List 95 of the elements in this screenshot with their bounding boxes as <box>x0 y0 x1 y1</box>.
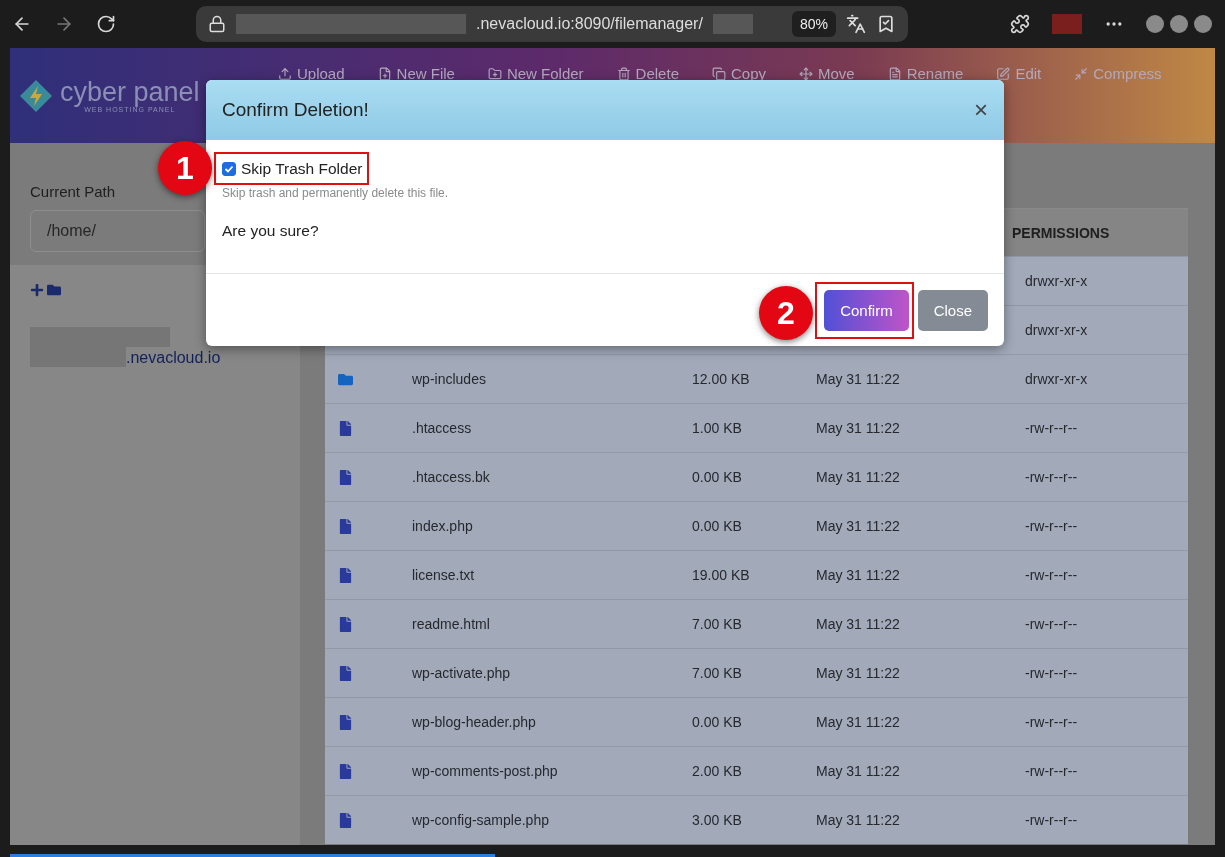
translate-icon[interactable] <box>846 14 866 34</box>
toolbar-button[interactable]: New Folder <box>487 65 584 82</box>
window-control-icon[interactable] <box>1146 15 1164 33</box>
move-icon <box>799 66 813 81</box>
file-size: 19.00 KB <box>692 567 751 583</box>
new-folder-icon <box>487 66 502 81</box>
copy-icon <box>711 66 726 81</box>
dialog-title: Confirm Deletion! <box>222 99 369 121</box>
confirm-question: Are you sure? <box>222 222 320 240</box>
folder-icon <box>338 371 353 387</box>
zoom-level[interactable]: 80% <box>791 11 836 37</box>
close-button[interactable]: × <box>974 96 988 124</box>
file-name[interactable]: wp-blog-header.php <box>412 714 692 730</box>
file-icon <box>338 763 353 779</box>
file-icon <box>338 616 353 632</box>
address-bar[interactable]: .nevacloud.io:8090/filemanager/ 80% <box>196 6 908 42</box>
checkbox-label[interactable]: Skip Trash Folder <box>241 160 363 178</box>
modified-date: May 31 11:22 <box>816 763 901 779</box>
permissions-cell-text: -rw-r--r-- <box>1025 812 1079 828</box>
redaction-block <box>712 14 753 34</box>
file-name[interactable]: wp-comments-post.php <box>412 763 692 779</box>
current-path-label: Current Path <box>30 183 116 200</box>
permissions-cell-text: drwxr-xr-x <box>1025 273 1089 289</box>
permissions-cell-text: -rw-r--r-- <box>1025 616 1079 632</box>
confirm-button[interactable]: Confirm <box>824 289 909 331</box>
modified-date: May 31 11:22 <box>816 371 901 387</box>
permissions-cell-text: drwxr-xr-x <box>1025 371 1089 387</box>
permissions-cell-text: -rw-r--r-- <box>1025 567 1079 583</box>
file-name[interactable]: .htaccess.bk <box>412 469 692 485</box>
file-icon <box>338 714 353 730</box>
file-size: 3.00 KB <box>692 812 743 828</box>
modified-date: May 31 11:22 <box>816 518 901 534</box>
file-name[interactable]: wp-includes <box>412 371 692 387</box>
permissions-cell-text: -rw-r--r-- <box>1025 714 1079 730</box>
file-name[interactable]: license.txt <box>412 567 692 583</box>
modified-date: May 31 11:22 <box>816 567 901 583</box>
delete-icon <box>616 66 631 81</box>
file-size: 7.00 KB <box>692 665 743 681</box>
modified-date: May 31 11:22 <box>816 714 901 730</box>
toolbar-button[interactable]: Upload <box>278 65 345 82</box>
folder-icon[interactable] <box>47 283 61 297</box>
permissions-cell-text: -rw-r--r-- <box>1025 518 1079 534</box>
file-size: 12.00 KB <box>692 371 751 387</box>
upload-icon <box>278 66 292 81</box>
edit-icon <box>996 66 1011 81</box>
toolbar-button[interactable]: Delete <box>616 65 679 82</box>
logo-text: cyber panel <box>60 78 200 106</box>
window-control-icon[interactable] <box>1194 15 1212 33</box>
checkbox[interactable] <box>222 162 236 176</box>
close-button[interactable]: Close <box>917 289 988 331</box>
file-size: 0.00 KB <box>692 518 743 534</box>
file-icon <box>338 665 353 681</box>
path-field[interactable]: /home/ <box>30 210 205 252</box>
hint-text: Skip trash and permanently delete this file. <box>222 186 450 200</box>
window-control-icon[interactable] <box>1170 15 1188 33</box>
extensions-icon[interactable] <box>1010 14 1030 34</box>
checkmark-icon <box>224 164 234 174</box>
file-size: 2.00 KB <box>692 763 743 779</box>
file-size: 0.00 KB <box>692 714 743 730</box>
permissions-cell-text: -rw-r--r-- <box>1025 420 1079 436</box>
permissions-cell-text: -rw-r--r-- <box>1025 763 1079 779</box>
file-icon <box>338 567 353 583</box>
file-icon <box>338 469 353 485</box>
modified-date: May 31 11:22 <box>816 616 901 632</box>
tree-item[interactable]: .nevacloud.io <box>126 349 221 367</box>
permissions-cell-text: drwxr-xr-x <box>1025 322 1089 338</box>
file-name[interactable]: .htaccess <box>412 420 692 436</box>
file-size: 7.00 KB <box>692 616 743 632</box>
file-icon <box>338 812 353 828</box>
file-name[interactable]: wp-activate.php <box>412 665 692 681</box>
file-name[interactable]: index.php <box>412 518 692 534</box>
modified-date: May 31 11:22 <box>816 665 901 681</box>
file-name[interactable]: wp-config-sample.php <box>412 812 692 828</box>
rename-icon <box>887 66 902 81</box>
new-file-icon <box>377 66 392 81</box>
modified-date: May 31 11:22 <box>816 469 901 485</box>
toolbar-button[interactable]: New File <box>377 65 455 82</box>
logo-icon <box>18 77 54 114</box>
permissions-cell-text: -rw-r--r-- <box>1025 469 1079 485</box>
favorites-icon[interactable] <box>876 14 896 34</box>
plus-icon[interactable] <box>30 283 44 297</box>
permissions-cell-text: -rw-r--r-- <box>1025 665 1079 681</box>
column-header[interactable]: PERMISSIONS <box>1012 224 1188 241</box>
compress-icon <box>1074 66 1089 81</box>
file-icon <box>338 518 353 534</box>
modified-date: May 31 11:22 <box>816 812 901 828</box>
reload-icon[interactable] <box>96 14 116 34</box>
file-name[interactable]: readme.html <box>412 616 692 632</box>
file-size: 1.00 KB <box>692 420 743 436</box>
modified-date: May 31 11:22 <box>816 420 901 436</box>
file-size: 0.00 KB <box>692 469 743 485</box>
url-text: .nevacloud.io:8090/filemanager/ <box>476 15 703 33</box>
toolbar-button[interactable]: Move <box>799 65 855 82</box>
file-icon <box>338 420 353 436</box>
lock-icon <box>208 15 226 33</box>
